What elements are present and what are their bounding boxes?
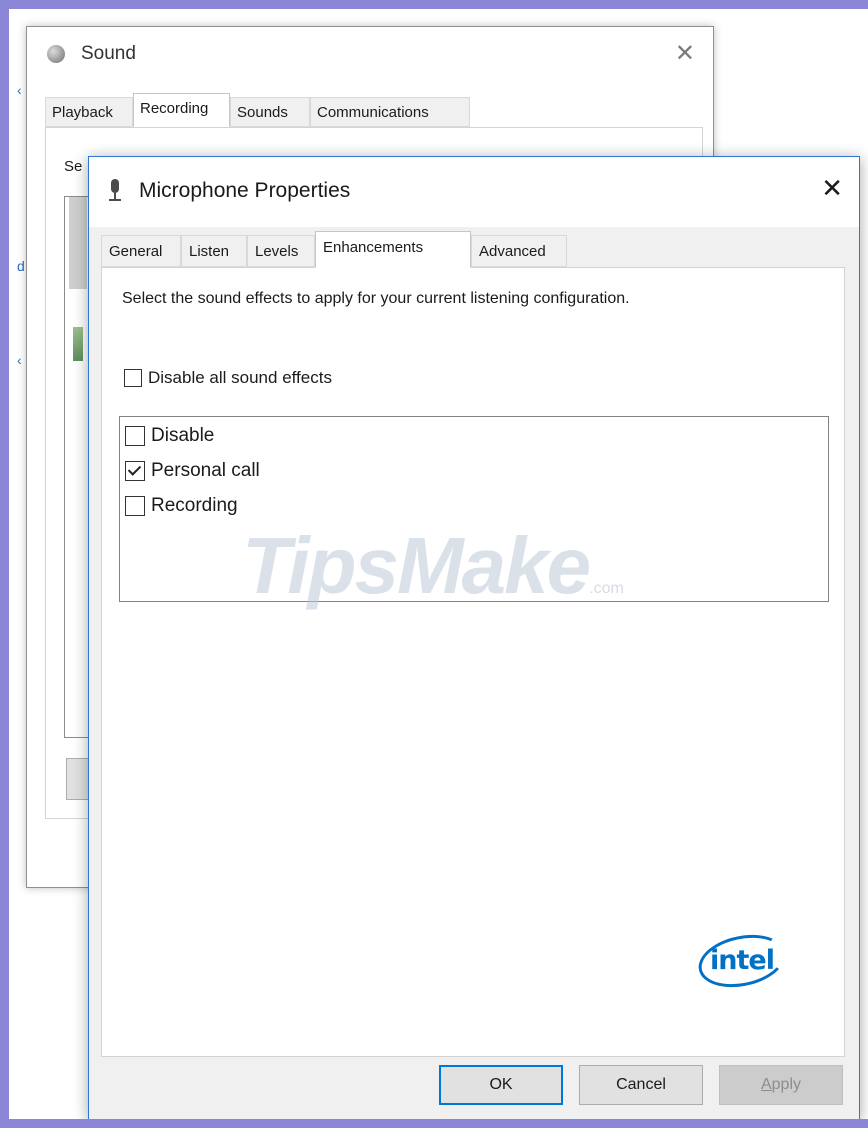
cancel-button[interactable]: Cancel [579,1065,703,1105]
tab-sounds[interactable]: Sounds [230,97,310,127]
effect-personal-call[interactable]: Personal call [125,460,260,482]
mic-title: Microphone Properties [139,179,351,202]
enhancements-panel: Select the sound effects to apply for yo… [101,267,845,1057]
checkbox[interactable] [124,369,142,387]
tab-communications[interactable]: Communications [310,97,470,127]
ok-button[interactable]: OK [439,1065,563,1105]
checkbox[interactable] [125,426,145,446]
checkbox[interactable] [125,461,145,481]
apply-label-rest: pply [771,1076,802,1093]
tab-playback[interactable]: Playback [45,97,133,127]
microphone-icon [109,179,121,203]
sound-title-bar[interactable]: Sound ✕ [27,27,713,85]
disable-all-effects-checkbox[interactable]: Disable all sound effects [124,368,332,388]
watermark-suffix: .com [589,580,624,597]
sound-title: Sound [81,43,136,64]
checkbox[interactable] [125,496,145,516]
device-icon [73,327,83,361]
effect-disable[interactable]: Disable [125,425,214,447]
tab-enhancements[interactable]: Enhancements [315,231,471,268]
apply-accelerator: A [760,1076,772,1093]
desktop-glyph: d [17,258,25,274]
effect-label: Recording [151,495,238,516]
watermark-main: TipsMake [242,521,591,610]
intel-logo-text: intel [710,945,775,976]
apply-button[interactable]: Apply [719,1065,843,1105]
desktop-glyph: ‹ [17,352,22,368]
intel-logo: intel [693,927,791,995]
desktop-glyph: ‹ [17,82,22,98]
tab-listen[interactable]: Listen [181,235,247,267]
enhancements-description: Select the sound effects to apply for yo… [122,290,630,307]
tab-general[interactable]: General [101,235,181,267]
effect-label: Personal call [151,460,260,481]
sound-partial-text: Se [64,158,83,175]
microphone-properties-dialog: Microphone Properties ✕ General Listen L… [88,156,860,1120]
scrollbar[interactable] [69,197,87,289]
close-icon[interactable]: ✕ [675,39,695,68]
effect-recording[interactable]: Recording [125,495,238,517]
tab-recording[interactable]: Recording [133,93,230,127]
close-icon[interactable]: ✕ [821,173,843,204]
tab-advanced[interactable]: Advanced [471,235,567,267]
checkbox-label: Disable all sound effects [148,368,332,387]
mic-title-bar[interactable]: Microphone Properties ✕ [89,157,859,227]
speaker-icon [47,45,65,63]
tab-levels[interactable]: Levels [247,235,315,267]
watermark: TipsMake.com [242,520,624,612]
effect-label: Disable [151,425,215,446]
